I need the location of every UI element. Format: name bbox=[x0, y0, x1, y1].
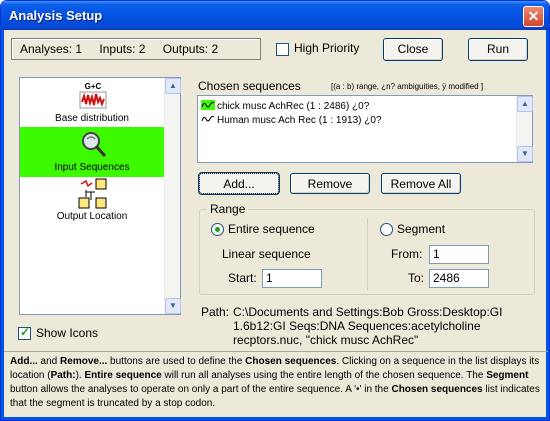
path-line-3: recptors.nuc, "chick musc AchRec" bbox=[233, 333, 419, 347]
help-text-segment: Remove... bbox=[60, 356, 108, 367]
segment-radio[interactable] bbox=[380, 223, 393, 236]
start-label: Start: bbox=[228, 271, 257, 285]
close-button[interactable]: Close bbox=[383, 38, 443, 61]
range-divider bbox=[367, 218, 368, 290]
help-text-segment: will run all analyses using the entire l… bbox=[161, 370, 487, 381]
help-text-segment: Segment bbox=[486, 370, 529, 381]
nav-item-label: Output Location bbox=[56, 211, 128, 222]
remove-button[interactable]: Remove bbox=[290, 173, 370, 194]
chosen-sequences-title: Chosen sequences bbox=[198, 79, 301, 93]
path-line-2: 1.6b12:GI Seqs:DNA Sequences:acetylcholi… bbox=[233, 319, 481, 333]
nav-item-output-location[interactable]: Output Location bbox=[20, 176, 164, 226]
window-close-icon[interactable]: ✕ bbox=[523, 6, 544, 27]
show-icons-label: Show Icons bbox=[36, 326, 99, 340]
add-button[interactable]: Add... bbox=[199, 173, 279, 194]
run-button[interactable]: Run bbox=[468, 38, 528, 61]
list-item[interactable]: Human musc Ach Rec (1 : 1913) ¿0? bbox=[201, 114, 382, 126]
scroll-down-icon[interactable]: ▼ bbox=[165, 298, 181, 314]
nav-item-label: Input Sequences bbox=[54, 162, 130, 173]
range-group: Range Entire sequence Linear sequence St… bbox=[199, 202, 535, 295]
radio-selected-dot bbox=[215, 227, 220, 232]
from-field[interactable]: 1 bbox=[429, 245, 489, 264]
analysis-counts: Analyses: 1 Inputs: 2 Outputs: 2 bbox=[11, 38, 261, 60]
to-field[interactable]: 2486 bbox=[429, 269, 489, 288]
window-title: Analysis Setup bbox=[9, 8, 103, 23]
list-item[interactable]: chick musc AchRec (1 : 2486) ¿0? bbox=[201, 100, 369, 112]
analyses-count: Analyses: 1 bbox=[20, 42, 83, 56]
base-distribution-icon: G+C bbox=[79, 82, 107, 109]
segment-label: Segment bbox=[397, 222, 446, 236]
chosen-list-scrollbar[interactable]: ▲ ▼ bbox=[516, 96, 533, 162]
scroll-up-icon[interactable]: ▲ bbox=[165, 78, 181, 94]
analysis-setup-window: Analysis Setup ✕ Analyses: 1 Inputs: 2 O… bbox=[0, 0, 550, 421]
help-text-segment: and bbox=[37, 356, 61, 367]
remove-all-button[interactable]: Remove All bbox=[381, 173, 461, 194]
chosen-sequences-list[interactable]: chick musc AchRec (1 : 2486) ¿0? Human m… bbox=[197, 95, 533, 163]
nav-item-base-distribution[interactable]: G+C Base distribution bbox=[20, 78, 164, 128]
entire-sequence-label: Entire sequence bbox=[228, 222, 315, 236]
path-label: Path: bbox=[201, 305, 230, 319]
nav-item-input-sequences[interactable]: Input Sequences bbox=[20, 127, 164, 177]
chosen-sequences-legend: [(a : b) range, ¿n? ambiguities, ÿ modif… bbox=[331, 82, 484, 91]
help-text-segment: Entire sequence bbox=[84, 370, 162, 381]
sequence-label: chick musc AchRec (1 : 2486) ¿0? bbox=[217, 101, 370, 112]
from-label: From: bbox=[391, 247, 423, 261]
help-text-segment: Path: bbox=[50, 370, 76, 381]
linear-sequence-label: Linear sequence bbox=[222, 247, 311, 261]
entire-sequence-radio[interactable] bbox=[211, 223, 224, 236]
to-label: To: bbox=[408, 271, 425, 285]
nav-item-label: Base distribution bbox=[55, 113, 129, 124]
analysis-nav-list[interactable]: G+C Base distribution Input Sequences Ou… bbox=[19, 77, 181, 315]
help-text-segment: Chosen sequences bbox=[391, 384, 483, 395]
high-priority-label: High Priority bbox=[294, 41, 360, 55]
help-text-segment: Chosen sequences bbox=[245, 356, 337, 367]
svg-text:G+C: G+C bbox=[85, 82, 102, 91]
nav-list-scrollbar[interactable]: ▲ ▼ bbox=[164, 78, 181, 314]
sequence-wave-icon bbox=[201, 115, 215, 122]
outputs-count: Outputs: 2 bbox=[162, 42, 219, 56]
title-bar[interactable]: Analysis Setup ✕ bbox=[1, 1, 549, 30]
scroll-down-icon[interactable]: ▼ bbox=[517, 146, 533, 162]
high-priority-checkbox[interactable] bbox=[276, 43, 289, 56]
output-location-icon bbox=[78, 178, 107, 209]
help-text-segment: Add... bbox=[10, 356, 38, 367]
sequence-label: Human musc Ach Rec (1 : 1913) ¿0? bbox=[217, 115, 382, 126]
checkmark-icon: ✓ bbox=[20, 325, 31, 339]
inputs-count: Inputs: 2 bbox=[99, 42, 146, 56]
scroll-up-icon[interactable]: ▲ bbox=[517, 96, 533, 112]
help-text-segment: buttons are used to define the bbox=[107, 356, 246, 367]
help-text-segment: button allows the analyses to operate on… bbox=[10, 384, 392, 395]
help-text: Add... and Remove... buttons are used to… bbox=[4, 351, 548, 419]
range-group-title: Range bbox=[207, 202, 249, 216]
path-line-1: C:\Documents and Settings:Bob Gross:Desk… bbox=[233, 305, 503, 319]
start-field[interactable]: 1 bbox=[262, 269, 322, 288]
sequence-wave-icon bbox=[201, 100, 215, 110]
show-icons-checkbox[interactable]: ✓ bbox=[18, 325, 31, 340]
input-sequences-icon bbox=[82, 132, 107, 158]
